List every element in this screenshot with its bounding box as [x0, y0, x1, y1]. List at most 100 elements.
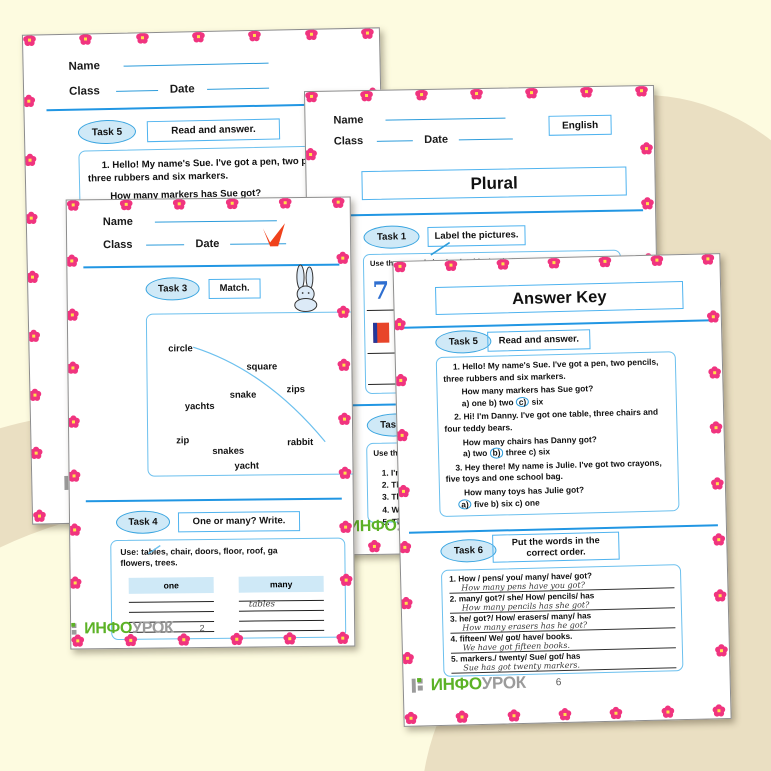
task5-item-2-opt-b-correct[interactable]: b) [489, 447, 504, 459]
worksheet-stack-canvas: Name Class Date Task 5 Read and answer. … [0, 0, 771, 771]
flower-decoration-icon [135, 31, 149, 44]
task5-item-3-opt-c[interactable]: c) one [515, 497, 540, 508]
class-input-line[interactable] [377, 139, 414, 142]
name-input-line[interactable] [154, 219, 277, 223]
flower-decoration-icon [192, 30, 205, 43]
task4-col-many-line-3[interactable] [239, 619, 325, 622]
task5-item-3-num: 3. [455, 462, 463, 473]
flower-decoration-icon [368, 539, 381, 553]
task4-word-bank-line2: flowers, trees. [120, 557, 178, 569]
flower-decoration-icon [525, 86, 538, 99]
task5-item-2-opt-c[interactable]: c) six [529, 446, 551, 457]
task5-item-1-opt-c-correct[interactable]: c) [515, 396, 530, 408]
task6-item-2-answer[interactable]: How many pencils has she got? [462, 600, 590, 612]
task1-instruction: Label the pictures. [434, 228, 519, 242]
flower-decoration-icon [338, 466, 352, 479]
task3-word-zips[interactable]: zips [287, 383, 305, 394]
date-label: Date [424, 133, 449, 146]
task5-item-3-opt-a-correct[interactable]: a) [458, 498, 472, 510]
task5-instruction-box: Read and answer. [146, 118, 281, 143]
date-label: Date [195, 237, 220, 251]
task6-item-4-num: 4. [450, 634, 458, 644]
task3-word-snake[interactable]: snake [230, 389, 257, 400]
task3-word-snakes[interactable]: snakes [212, 445, 244, 456]
task4-col-many-header: many [238, 575, 324, 593]
flower-decoration-icon [397, 484, 410, 498]
worksheet-sheet-answer-key[interactable]: Answer Key Task 5 Read and answer. 1. He… [392, 253, 732, 727]
flower-decoration-icon [444, 258, 458, 272]
flower-decoration-icon [22, 94, 36, 107]
task5-instruction-box: Read and answer. [487, 329, 591, 352]
task4-col-one-line-1[interactable] [128, 600, 214, 603]
task4-instruction-box: One or many? Write. [177, 511, 301, 533]
class-label: Class [333, 135, 364, 148]
task5-pill: Task 5 [435, 329, 492, 355]
task4-col-one-line-2[interactable] [128, 610, 214, 613]
flower-decoration-icon [28, 388, 42, 401]
task4-pill: Task 4 [115, 510, 171, 534]
class-input-line[interactable] [146, 243, 185, 246]
task3-word-circle[interactable]: circle [168, 342, 193, 353]
flower-decoration-icon [394, 373, 408, 386]
task3-instruction: Match. [219, 282, 250, 294]
flower-decoration-icon [230, 632, 244, 646]
task3-word-yacht[interactable]: yacht [234, 459, 259, 470]
date-input-line[interactable] [459, 137, 514, 140]
flower-decoration-icon [661, 705, 674, 718]
name-input-line[interactable] [385, 117, 506, 121]
class-input-line[interactable] [115, 89, 158, 92]
task5-item-3-opt-b[interactable]: b) six [491, 498, 513, 509]
flower-decoration-icon [304, 27, 318, 41]
flower-decoration-icon [304, 147, 317, 160]
task6-item-5-num: 5. [450, 654, 459, 664]
flower-decoration-icon [709, 421, 723, 434]
task5-item-1-opt-b[interactable]: b) two [489, 397, 514, 408]
task6-items: 1. How / pens/ you/ many/ have/ got? How… [449, 569, 677, 674]
task4-col-one-header: one [128, 576, 214, 594]
class-date-row: Class Date [333, 132, 514, 148]
checkmark-icon [261, 222, 287, 248]
task4-filled-answer: tables [248, 599, 276, 610]
name-label: Name [68, 60, 101, 73]
name-input-line[interactable] [123, 62, 269, 67]
flower-border-sheet1 [22, 27, 387, 522]
task5-item-2-opt-a[interactable]: a) two [463, 448, 487, 459]
flower-decoration-icon [339, 573, 353, 587]
task3-word-yachts[interactable]: yachts [185, 400, 215, 411]
flower-decoration-icon [713, 588, 727, 602]
task4-col-many-line-2[interactable] [238, 609, 324, 612]
task1-pill: Task 1 [363, 225, 420, 250]
task6-item-5-answer[interactable]: Sue has got twenty markers. [463, 661, 580, 673]
task6-number: Task 6 [453, 544, 484, 557]
page-number: 6 [555, 676, 562, 688]
worksheet-sheet-match[interactable]: Name Class Date Task 3 Match. circle squ… [65, 196, 356, 650]
flower-decoration-icon [650, 253, 663, 267]
task3-word-rabbit[interactable]: rabbit [287, 436, 313, 447]
task6-instruction-line2: correct order. [526, 546, 586, 558]
flower-decoration-icon [706, 310, 720, 323]
task5-item-2-opt-b-tail: three [505, 447, 527, 458]
task1-number: Task 1 [376, 231, 407, 243]
flower-decoration-icon [712, 532, 726, 546]
task6-item-4-answer[interactable]: We have got fifteen books. [463, 641, 570, 653]
task6-item-1-answer[interactable]: How many pens have you got? [461, 580, 585, 592]
answer-key-title: Answer Key [511, 287, 607, 308]
task5-number: Task 5 [448, 336, 479, 348]
flower-decoration-icon [715, 644, 728, 657]
task6-item-3-answer[interactable]: How many erasers has he got? [462, 620, 587, 632]
flower-decoration-icon [635, 84, 648, 97]
flower-decoration-icon [177, 633, 191, 646]
flower-decoration-icon [278, 196, 292, 210]
date-input-line[interactable] [206, 87, 269, 90]
task3-word-square[interactable]: square [246, 360, 277, 371]
task6-item-2-num: 2. [449, 594, 457, 604]
task5-item-3-opt-a-tail: five [473, 498, 489, 509]
task4-instruction: One or many? Write. [192, 514, 286, 527]
flower-decoration-icon [336, 305, 350, 318]
page-number: 2 [199, 623, 205, 634]
flower-decoration-icon [361, 27, 374, 39]
task3-word-zip[interactable]: zip [176, 434, 189, 445]
task5-item-1-opt-a[interactable]: a) one [462, 398, 487, 409]
task5-item-1-num: 1. [452, 361, 461, 372]
name-row: Name [103, 214, 277, 228]
